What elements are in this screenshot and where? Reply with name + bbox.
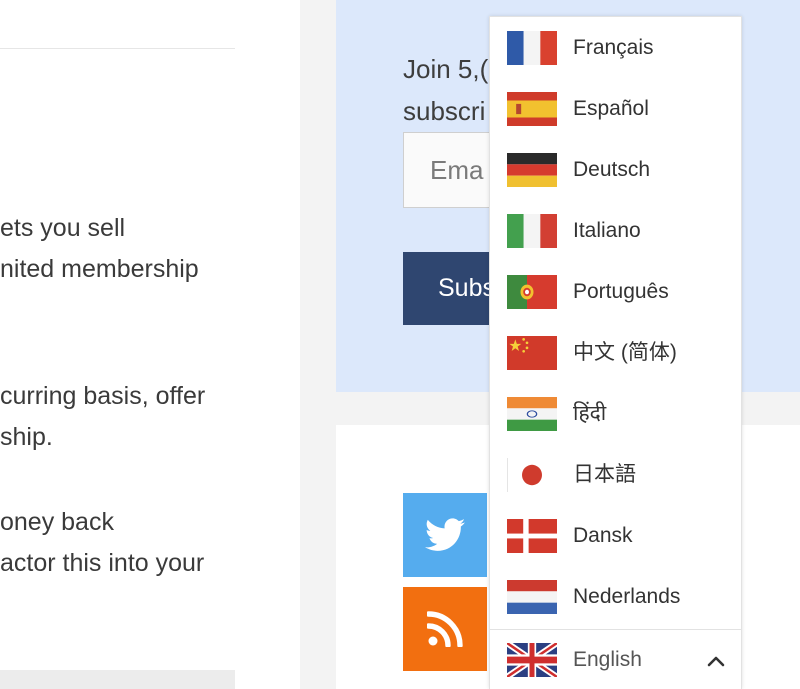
article-column: ets you sell nited membership curring ba… bbox=[0, 0, 300, 689]
language-label: Español bbox=[573, 97, 649, 120]
language-option-spanish[interactable]: Español bbox=[490, 78, 741, 139]
netherlands-flag-icon bbox=[507, 580, 557, 614]
japan-flag-icon bbox=[507, 458, 557, 492]
china-flag-icon bbox=[507, 336, 557, 370]
portugal-flag-icon bbox=[507, 275, 557, 309]
chevron-up-icon[interactable] bbox=[704, 649, 728, 673]
spain-flag-icon bbox=[507, 92, 557, 126]
uk-flag-icon bbox=[507, 643, 557, 677]
article-line: nited membership bbox=[0, 255, 199, 283]
italy-flag-icon bbox=[507, 214, 557, 248]
current-language-label: English bbox=[573, 648, 642, 671]
rss-feed-icon bbox=[427, 611, 463, 647]
language-option-hindi[interactable]: हिंदी bbox=[490, 383, 741, 444]
india-flag-icon bbox=[507, 397, 557, 431]
language-dropdown: Français Español Deutsch Italiano Portug… bbox=[489, 16, 742, 689]
language-label: Dansk bbox=[573, 524, 633, 547]
language-option-chinese-simplified[interactable]: 中文 (简体) bbox=[490, 322, 741, 383]
article-footer-strip bbox=[0, 670, 235, 689]
language-label: Français bbox=[573, 36, 654, 59]
twitter-bird-icon bbox=[425, 518, 465, 551]
language-option-dutch[interactable]: Nederlands bbox=[490, 566, 741, 627]
language-label: Italiano bbox=[573, 219, 641, 242]
article-line: actor this into your bbox=[0, 549, 205, 577]
language-option-japanese[interactable]: 日本語 bbox=[490, 444, 741, 505]
language-label: 日本語 bbox=[573, 463, 636, 486]
language-label: Português bbox=[573, 280, 669, 303]
article-line: ship. bbox=[0, 423, 53, 451]
article-paragraph: oney back actor this into your bbox=[0, 502, 300, 584]
germany-flag-icon bbox=[507, 153, 557, 187]
language-option-french[interactable]: Français bbox=[490, 17, 741, 78]
language-option-german[interactable]: Deutsch bbox=[490, 139, 741, 200]
language-selector-current[interactable]: English bbox=[490, 629, 741, 689]
article-line: ets you sell bbox=[0, 214, 126, 242]
twitter-button[interactable] bbox=[403, 493, 487, 577]
language-option-danish[interactable]: Dansk bbox=[490, 505, 741, 566]
divider bbox=[0, 48, 235, 49]
language-option-portuguese[interactable]: Português bbox=[490, 261, 741, 322]
article-line: oney back bbox=[0, 508, 114, 536]
language-option-italian[interactable]: Italiano bbox=[490, 200, 741, 261]
france-flag-icon bbox=[507, 31, 557, 65]
language-label: Nederlands bbox=[573, 585, 681, 608]
language-label: हिंदी bbox=[573, 402, 607, 425]
article-paragraph: ets you sell nited membership bbox=[0, 208, 300, 290]
denmark-flag-icon bbox=[507, 519, 557, 553]
language-label: 中文 (简体) bbox=[573, 341, 677, 364]
language-label: Deutsch bbox=[573, 158, 651, 181]
article-line: curring basis, offer bbox=[0, 382, 206, 410]
rss-button[interactable] bbox=[403, 587, 487, 671]
article-paragraph: curring basis, offer ship. bbox=[0, 376, 300, 458]
